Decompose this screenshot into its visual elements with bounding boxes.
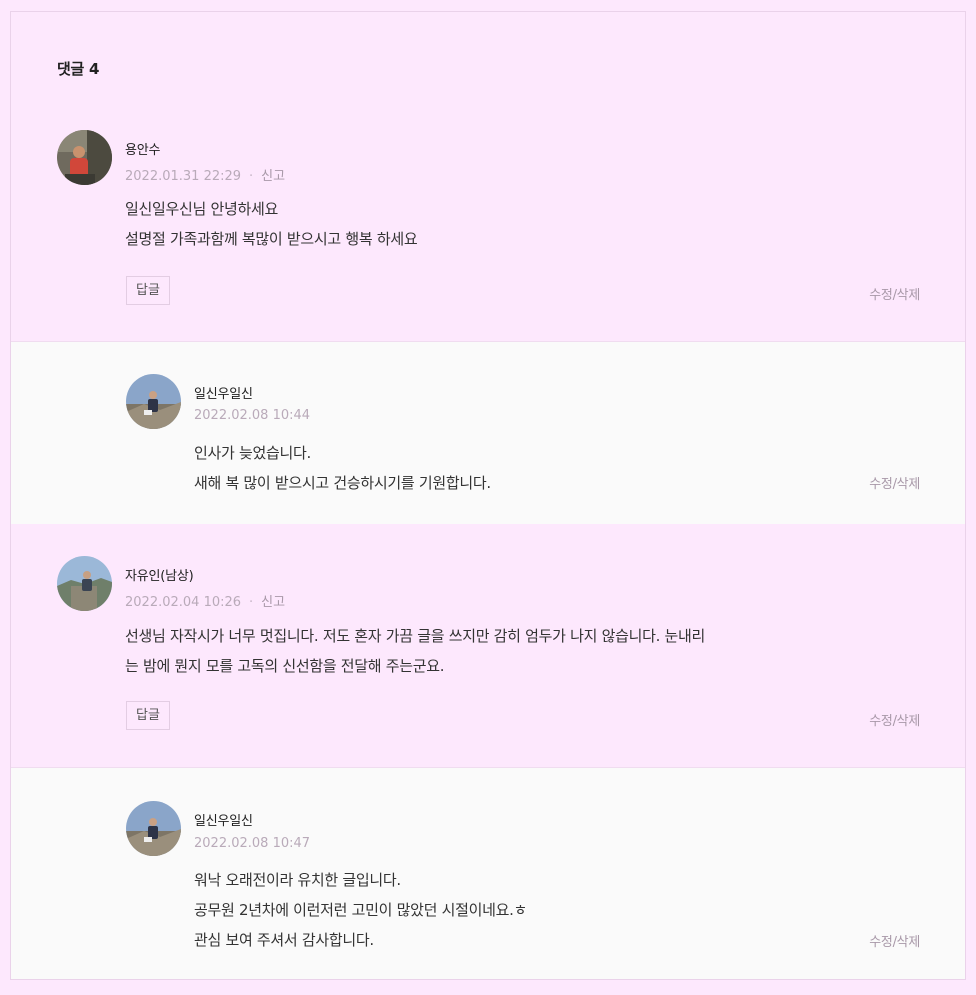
comment-line: 새해 복 많이 받으시고 건승하시기를 기원합니다.	[194, 474, 491, 492]
comment-item: 용안수 2022.01.31 22:29 · 신고 일신일우신님 안녕하세요 설명절…	[11, 112, 965, 341]
comment-item: 자유인(남상) 2022.02.04 10:26 · 신고 선생님 자작시가 너무 …	[11, 524, 965, 767]
comments-panel: 댓글 4 용안수 2022.01.31 22:29 · 신고 일신일우신님 안녕하세…	[10, 11, 966, 980]
avatar[interactable]	[57, 130, 112, 185]
comment-line: 는 밤에 뭔지 모를 고독의 신선함을 전달해 주는군요.	[125, 657, 445, 675]
comment-body: 선생님 자작시가 너무 멋집니다. 저도 혼자 가끔 글을 쓰지만 감히 엄두가…	[125, 621, 705, 681]
comment-author[interactable]: 자유인(남상)	[125, 565, 194, 584]
comment-body: 인사가 늦었습니다. 새해 복 많이 받으시고 건승하시기를 기원합니다.	[194, 438, 491, 498]
comment-line: 일신일우신님 안녕하세요	[125, 200, 278, 218]
comment-date: 2022.01.31 22:29	[125, 169, 242, 184]
edit-delete-link[interactable]: 수정/삭제	[869, 710, 920, 729]
report-link[interactable]: 신고	[261, 595, 285, 610]
comment-line: 관심 보여 주셔서 감사합니다.	[194, 931, 374, 949]
comment-meta: 2022.02.04 10:26 · 신고	[125, 591, 285, 610]
comments-count: 4	[88, 60, 100, 78]
avatar[interactable]	[126, 374, 181, 429]
comment-date: 2022.02.08 10:47	[194, 836, 311, 851]
comment-line: 설명절 가족과함께 복많이 받으시고 행복 하세요	[125, 230, 418, 248]
reply-item: 일신우일신 2022.02.08 10:44 인사가 늦었습니다. 새해 복 많…	[11, 341, 965, 524]
comment-line: 선생님 자작시가 너무 멋집니다. 저도 혼자 가끔 글을 쓰지만 감히 엄두가…	[125, 627, 706, 645]
comment-date: 2022.02.08 10:44	[194, 408, 311, 423]
meta-separator: ·	[249, 169, 254, 184]
reply-button[interactable]: 답글	[126, 701, 170, 730]
avatar[interactable]	[126, 801, 181, 856]
edit-delete-link[interactable]: 수정/삭제	[869, 931, 920, 950]
comments-heading-label: 댓글	[57, 60, 85, 78]
meta-separator: ·	[249, 595, 254, 610]
edit-delete-link[interactable]: 수정/삭제	[869, 473, 920, 492]
comment-body: 워낙 오래전이라 유치한 글입니다. 공무원 2년차에 이런저런 고민이 많았던…	[194, 865, 527, 955]
comment-author[interactable]: 용안수	[125, 139, 160, 158]
edit-delete-link[interactable]: 수정/삭제	[869, 284, 920, 303]
reply-button[interactable]: 답글	[126, 276, 170, 305]
comment-date: 2022.02.04 10:26	[125, 595, 242, 610]
comment-meta: 2022.02.08 10:44	[194, 408, 310, 423]
reply-item: 일신우일신 2022.02.08 10:47 워낙 오래전이라 유치한 글입니다…	[11, 767, 965, 979]
comment-meta: 2022.01.31 22:29 · 신고	[125, 165, 285, 184]
comment-author[interactable]: 일신우일신	[194, 383, 253, 402]
comment-body: 일신일우신님 안녕하세요 설명절 가족과함께 복많이 받으시고 행복 하세요	[125, 194, 418, 254]
comment-author[interactable]: 일신우일신	[194, 810, 253, 829]
comment-line: 워낙 오래전이라 유치한 글입니다.	[194, 871, 401, 889]
comments-heading: 댓글 4	[57, 58, 99, 79]
comment-line: 공무원 2년차에 이런저런 고민이 많았던 시절이네요.ㅎ	[194, 901, 528, 919]
comment-meta: 2022.02.08 10:47	[194, 836, 310, 851]
comment-line: 인사가 늦었습니다.	[194, 444, 311, 462]
report-link[interactable]: 신고	[261, 169, 285, 184]
avatar[interactable]	[57, 556, 112, 611]
